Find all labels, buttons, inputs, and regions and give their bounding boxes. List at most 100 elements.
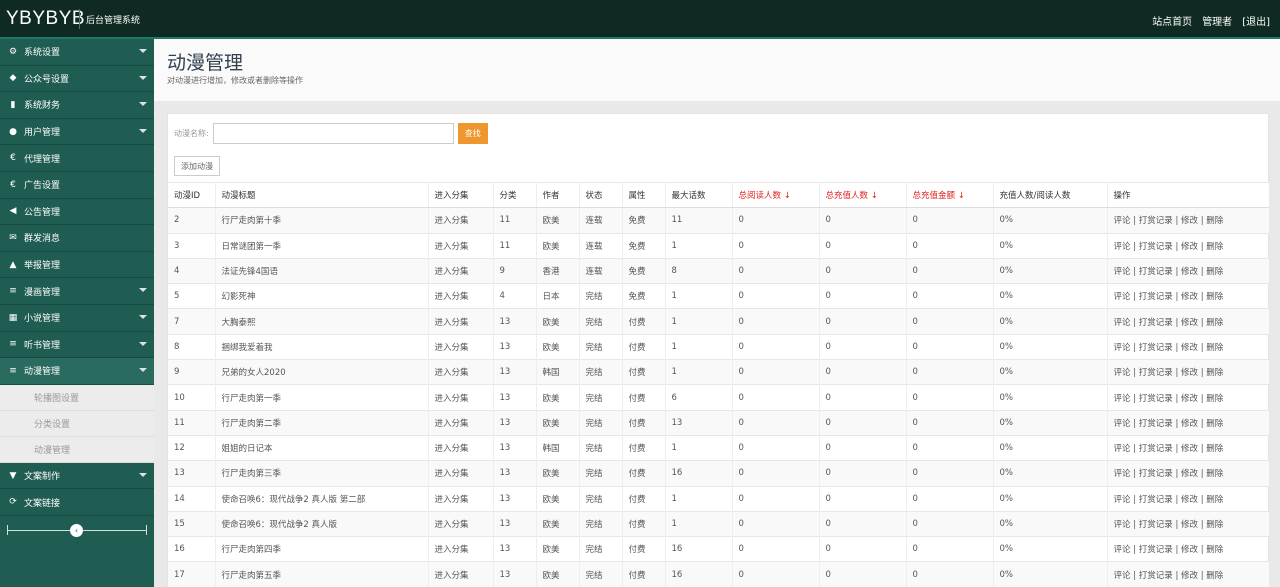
column-header-9[interactable]: 总充值人数 ↓ — [819, 181, 907, 209]
row-actions[interactable]: 评论 | 打赏记录 | 修改 | 删除 — [1107, 460, 1269, 487]
search-button[interactable]: 查找 — [457, 122, 488, 144]
table-row: 9 兄弟的女人2020 进入分集 13 韩国 完结 付费 1 0 0 0 0% 评论 | 打赏记录 | … — [168, 359, 1269, 385]
table-row: 2 行尸走肉第十季 进入分集 11 欧美 连载 免费 11 0 0 0 0% 评论 | 打赏记录 | 修… — [168, 207, 1269, 234]
table-cell: 连载 — [579, 232, 623, 259]
sidebar-submenu: 轮播图设置 分类设置 动漫管理 — [0, 384, 154, 463]
episodes-link[interactable]: 进入分集 — [428, 561, 494, 587]
submenu-item-2[interactable]: 动漫管理 — [0, 437, 154, 463]
table-cell: 13 — [493, 561, 537, 587]
episodes-link[interactable]: 进入分集 — [428, 257, 494, 284]
row-actions[interactable]: 评论 | 打赏记录 | 修改 | 删除 — [1107, 207, 1269, 234]
table-cell: 行尸走肉第一季 — [215, 384, 429, 411]
table-cell: 付费 — [622, 434, 666, 461]
table-cell: 连载 — [579, 207, 623, 234]
table-cell: 0 — [906, 207, 994, 234]
caret-down-icon — [139, 314, 147, 319]
column-header-10[interactable]: 总充值金额 ↓ — [906, 181, 994, 209]
table-cell: 13 — [493, 510, 537, 537]
row-actions[interactable]: 评论 | 打赏记录 | 修改 | 删除 — [1107, 561, 1269, 587]
sidebar-item-main-5[interactable]: € 广告设置 — [0, 172, 154, 199]
table-cell: 0 — [906, 308, 994, 335]
search-input[interactable] — [212, 122, 454, 144]
table-cell: 0 — [732, 232, 820, 259]
sidebar-item-bottom-0[interactable]: ▼ 文案制作 — [0, 463, 154, 490]
row-actions[interactable]: 评论 | 打赏记录 | 修改 | 删除 — [1107, 283, 1269, 309]
episodes-link[interactable]: 进入分集 — [428, 485, 494, 512]
column-header-12: 操作 — [1107, 181, 1269, 209]
sidebar-item-main-10[interactable]: ▦ 小说管理 — [0, 305, 154, 332]
table-cell: 0 — [906, 460, 994, 487]
table-cell: 行尸走肉第十季 — [215, 207, 429, 234]
caret-down-icon — [139, 49, 147, 53]
episodes-link[interactable]: 进入分集 — [428, 510, 494, 537]
site-home-link[interactable]: 站点首页 — [1152, 13, 1192, 28]
row-actions[interactable]: 评论 | 打赏记录 | 修改 | 删除 — [1107, 510, 1269, 537]
logout-link[interactable]: [退出] — [1242, 13, 1270, 28]
sidebar-item-main-0[interactable]: ⚙ 系统设置 — [0, 39, 154, 66]
admin-link[interactable]: 管理者 — [1202, 13, 1232, 28]
row-actions[interactable]: 评论 | 打赏记录 | 修改 | 删除 — [1107, 257, 1269, 284]
episodes-link[interactable]: 进入分集 — [428, 333, 494, 360]
column-header-8[interactable]: 总阅读人数 ↓ — [732, 181, 820, 209]
table-cell: 0 — [906, 283, 994, 309]
episodes-link[interactable]: 进入分集 — [428, 308, 494, 335]
episodes-link[interactable]: 进入分集 — [428, 359, 494, 385]
euro-icon: € — [10, 179, 16, 190]
episodes-link[interactable]: 进入分集 — [428, 460, 494, 487]
table-cell: 0 — [906, 257, 994, 284]
table-cell: 0 — [906, 485, 994, 512]
sidebar-item-main-2[interactable]: ▮ 系统财务 — [0, 92, 154, 119]
table-cell: 0 — [732, 359, 820, 385]
table-cell: 0% — [993, 510, 1108, 537]
sidebar-item-main-7[interactable]: ✉ 群发消息 — [0, 225, 154, 252]
row-actions[interactable]: 评论 | 打赏记录 | 修改 | 删除 — [1107, 333, 1269, 360]
table-cell: 16 — [168, 536, 216, 562]
add-anime-button[interactable]: 添加动漫 — [174, 156, 220, 176]
table-cell: 2 — [168, 207, 216, 234]
table-cell: 0 — [732, 283, 820, 309]
table-cell: 完结 — [579, 409, 623, 436]
table-cell: 0 — [819, 460, 907, 487]
row-actions[interactable]: 评论 | 打赏记录 | 修改 | 删除 — [1107, 308, 1269, 335]
euro-icon: € — [10, 153, 16, 164]
table-row: 14 使命召唤6：现代战争2 真人版 第二部 进入分集 13 欧美 完结 付费 1 0 0 0 0% 评… — [168, 485, 1269, 512]
table-cell: 0 — [732, 434, 820, 461]
submenu-item-0[interactable]: 轮播图设置 — [0, 385, 154, 411]
row-actions[interactable]: 评论 | 打赏记录 | 修改 | 删除 — [1107, 434, 1269, 461]
row-actions[interactable]: 评论 | 打赏记录 | 修改 | 删除 — [1107, 485, 1269, 512]
row-actions[interactable]: 评论 | 打赏记录 | 修改 | 删除 — [1107, 409, 1269, 436]
table-cell: 11 — [493, 207, 537, 234]
collapse-chevron-icon[interactable]: ‹ — [70, 523, 83, 537]
sidebar-item-main-1[interactable]: ◆ 公众号设置 — [0, 66, 154, 93]
row-actions[interactable]: 评论 | 打赏记录 | 修改 | 删除 — [1107, 359, 1269, 385]
sidebar-item-main-6[interactable]: ◀ 公告管理 — [0, 199, 154, 226]
table-cell: 0 — [732, 409, 820, 436]
sidebar-item-main-11[interactable]: ≡ 听书管理 — [0, 332, 154, 359]
table-cell: 13 — [493, 536, 537, 562]
sidebar-item-bottom-1[interactable]: ⟳ 文案链接 — [0, 489, 154, 516]
sidebar-item-main-12[interactable]: ≡ 动漫管理 — [0, 358, 154, 385]
episodes-link[interactable]: 进入分集 — [428, 409, 494, 436]
episodes-link[interactable]: 进入分集 — [428, 232, 494, 259]
episodes-link[interactable]: 进入分集 — [428, 283, 494, 309]
user-icon: ● — [9, 126, 17, 137]
table-cell: 15 — [168, 510, 216, 537]
table-cell: 行尸走肉第四季 — [215, 536, 429, 562]
tag-icon: ◆ — [9, 73, 17, 84]
row-actions[interactable]: 评论 | 打赏记录 | 修改 | 删除 — [1107, 536, 1269, 562]
sidebar-collapse-slider[interactable]: ‹ — [0, 516, 154, 546]
sidebar-item-main-9[interactable]: ≡ 漫画管理 — [0, 278, 154, 305]
sidebar-item-main-8[interactable]: ▲ 举报管理 — [0, 252, 154, 279]
episodes-link[interactable]: 进入分集 — [428, 536, 494, 562]
sidebar-item-main-3[interactable]: ● 用户管理 — [0, 119, 154, 146]
row-actions[interactable]: 评论 | 打赏记录 | 修改 | 删除 — [1107, 384, 1269, 411]
table-cell: 欧美 — [536, 232, 580, 259]
episodes-link[interactable]: 进入分集 — [428, 384, 494, 411]
episodes-link[interactable]: 进入分集 — [428, 434, 494, 461]
row-actions[interactable]: 评论 | 打赏记录 | 修改 | 删除 — [1107, 232, 1269, 259]
brand-logo[interactable]: YBYBYB — [6, 8, 85, 30]
submenu-item-1[interactable]: 分类设置 — [0, 411, 154, 437]
episodes-link[interactable]: 进入分集 — [428, 207, 494, 234]
sidebar-item-main-4[interactable]: € 代理管理 — [0, 145, 154, 172]
table-cell: 免费 — [622, 207, 666, 234]
